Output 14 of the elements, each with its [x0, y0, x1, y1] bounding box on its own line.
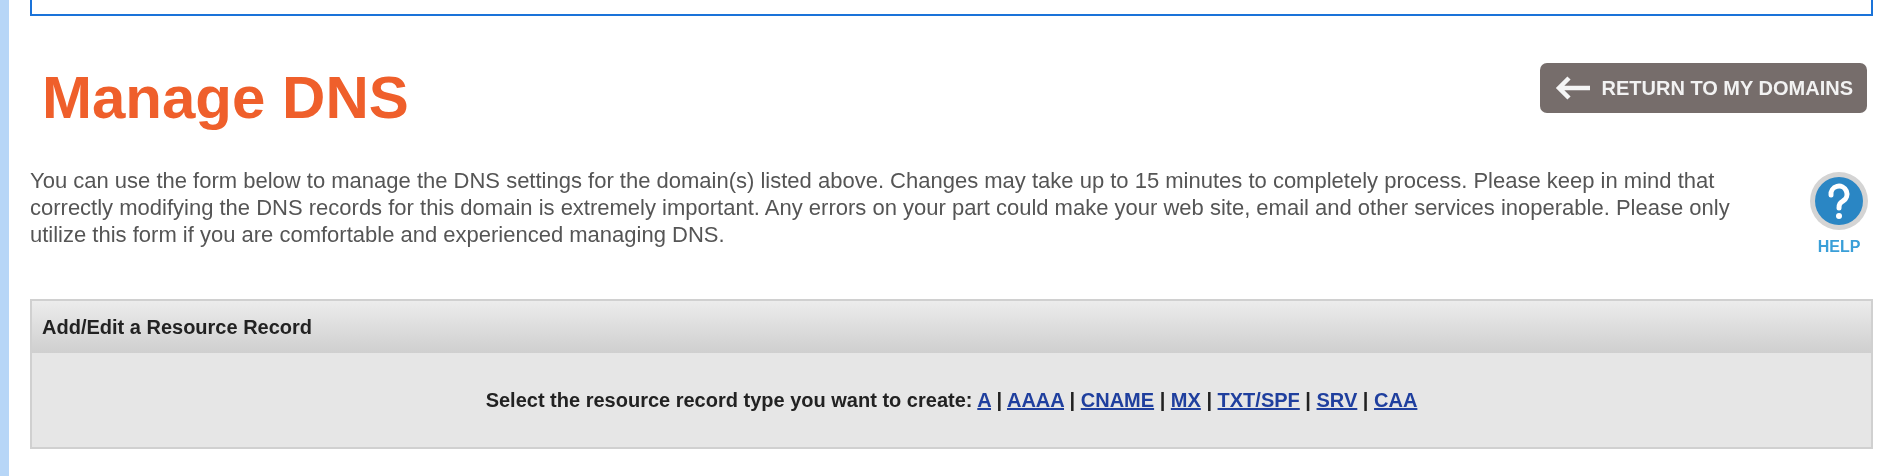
- record-type-prompt: Select the resource record type you want to create: A | AAAA | CNAME | MX | TXT/SPF | SRV | CAA: [485, 388, 1418, 413]
- record-type-link[interactable]: CNAME: [1080, 389, 1155, 411]
- record-type-link[interactable]: MX: [1170, 389, 1201, 411]
- intro-paragraph: You can use the form below to manage the DNS settings for the domain(s) listed above. Changes may take up to 15 minutes to completely process. Please keep in mind that correctly modifying the DNS records for this domain is extremely important. Any errors on your part could make your web site, email and other services inoperable. Please only utilize this form if you are comfortable and experienced managing DNS.: [30, 167, 1731, 249]
- record-type-link[interactable]: CAA: [1374, 389, 1418, 411]
- arrow-left-icon: [1553, 75, 1592, 101]
- page-title: Manage DNS: [42, 63, 409, 133]
- record-type-link[interactable]: TXT/SPF: [1217, 389, 1300, 411]
- help-icon: [1809, 171, 1869, 231]
- record-type-link[interactable]: SRV: [1316, 389, 1358, 411]
- return-button[interactable]: RETURN TO MY DOMAINS: [1539, 63, 1867, 113]
- panel-title: Add/Edit a Resource Record: [42, 315, 313, 340]
- record-type-link[interactable]: AAAA: [1007, 389, 1064, 411]
- record-type-link[interactable]: A: [977, 389, 991, 411]
